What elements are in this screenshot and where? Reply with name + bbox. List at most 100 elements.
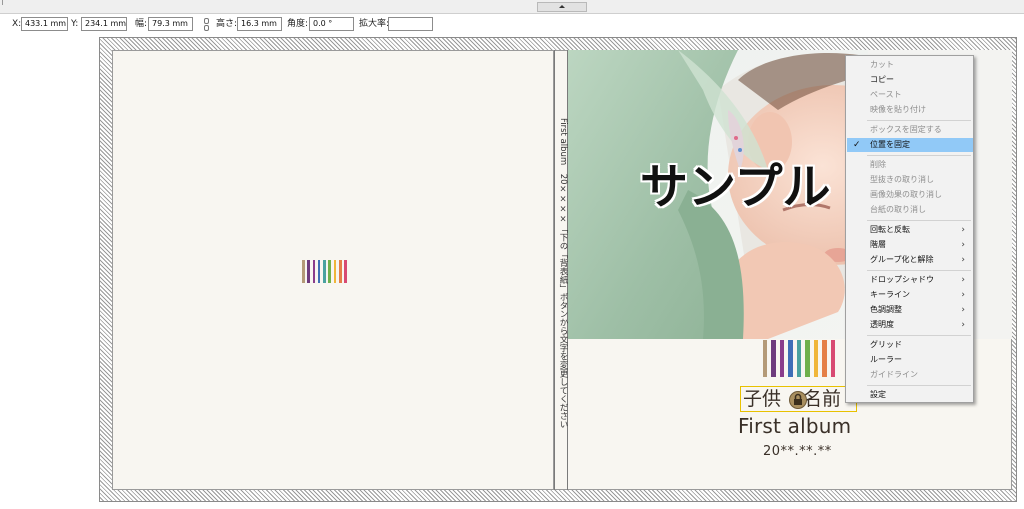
album-title-en[interactable]: First album xyxy=(738,413,851,439)
menu-item-17[interactable]: グリッド xyxy=(847,338,973,352)
sample-watermark: サンプル xyxy=(640,159,831,215)
menu-item-1[interactable]: コピー xyxy=(847,73,973,87)
y-label: Y: xyxy=(71,19,79,29)
stripe-bar xyxy=(317,260,321,283)
menu-item-9[interactable]: 台紙の取り消し xyxy=(847,203,973,217)
stripe-bar xyxy=(796,340,802,377)
menu-item-label: ルーラー xyxy=(870,355,902,364)
stripe-bar xyxy=(312,260,316,283)
menu-item-label: グループ化と解除 xyxy=(870,255,934,264)
stripe-bar xyxy=(323,260,326,283)
menu-item-6[interactable]: 削除 xyxy=(847,158,973,172)
menu-item-20[interactable]: 設定 xyxy=(847,388,973,402)
spine-left-edge xyxy=(554,50,555,490)
menu-item-label: 透明度 xyxy=(870,320,894,329)
menu-item-label: 設定 xyxy=(870,390,886,399)
menu-item-label: 位置を固定 xyxy=(870,140,910,149)
menu-item-label: 階層 xyxy=(870,240,886,249)
menu-item-label: 型抜きの取り消し xyxy=(870,175,934,184)
spine-text[interactable]: First album 20××××「下の「背表紙」ボタンから文字を変更してくだ… xyxy=(556,118,568,429)
top-splitter-bar xyxy=(0,0,1024,14)
width-label: 幅: xyxy=(135,19,148,29)
front-stripe-logo[interactable] xyxy=(763,340,835,377)
scale-label: 拡大率: xyxy=(359,19,390,29)
menu-item-label: コピー xyxy=(870,75,894,84)
check-icon: ✓ xyxy=(853,140,861,150)
height-field[interactable]: 16.3 mm xyxy=(237,17,282,31)
chevron-right-icon: › xyxy=(961,240,965,250)
menu-item-10[interactable]: 回転と反転 › xyxy=(847,223,973,237)
angle-field[interactable]: 0.0 ° xyxy=(309,17,354,31)
chevron-right-icon: › xyxy=(961,255,965,265)
stripe-bar xyxy=(344,260,347,283)
chevron-right-icon: › xyxy=(961,290,965,300)
menu-item-label: 色調調整 xyxy=(870,305,902,314)
menu-separator xyxy=(867,220,971,221)
menu-item-label: 台紙の取り消し xyxy=(870,205,926,214)
x-field[interactable]: 433.1 mm xyxy=(21,17,68,31)
menu-item-label: 映像を貼り付け xyxy=(870,105,926,114)
menu-item-13[interactable]: ドロップシャドウ › xyxy=(847,273,973,287)
menu-separator xyxy=(867,335,971,336)
collapse-panel-button[interactable] xyxy=(537,2,587,12)
chevron-right-icon: › xyxy=(961,305,965,315)
chevron-right-icon: › xyxy=(961,275,965,285)
menu-item-0[interactable]: カット xyxy=(847,58,973,72)
y-field[interactable]: 234.1 mm xyxy=(81,17,127,31)
stripe-bar xyxy=(822,340,827,377)
stripe-bar xyxy=(779,340,785,377)
menu-item-label: カット xyxy=(870,60,894,69)
menu-item-label: 画像効果の取り消し xyxy=(870,190,942,199)
back-stripe-logo[interactable] xyxy=(302,260,347,283)
menu-item-18[interactable]: ルーラー xyxy=(847,353,973,367)
splitter-tick xyxy=(2,0,3,5)
menu-separator xyxy=(867,155,971,156)
stripe-bar xyxy=(830,340,835,377)
menu-item-5[interactable]: ✓ 位置を固定 xyxy=(847,138,973,152)
stripe-bar xyxy=(771,340,776,377)
chevron-right-icon: › xyxy=(961,225,965,235)
menu-item-label: 回転と反転 xyxy=(870,225,910,234)
menu-item-16[interactable]: 透明度 › xyxy=(847,318,973,332)
menu-item-2[interactable]: ペースト xyxy=(847,88,973,102)
stripe-bar xyxy=(333,260,337,283)
menu-separator xyxy=(867,120,971,121)
menu-item-label: キーライン xyxy=(870,290,910,299)
menu-item-4[interactable]: ボックスを固定する xyxy=(847,123,973,137)
menu-item-19[interactable]: ガイドライン xyxy=(847,368,973,382)
menu-item-7[interactable]: 型抜きの取り消し xyxy=(847,173,973,187)
property-toolbar: X: 433.1 mm Y: 234.1 mm 幅: 79.3 mm 高さ: 1… xyxy=(0,14,1024,36)
album-date[interactable]: 20**.**.** xyxy=(763,444,832,460)
stripe-bar xyxy=(788,340,793,377)
stripe-bar xyxy=(328,260,332,283)
stripe-bar xyxy=(302,260,305,283)
stripe-bar xyxy=(813,340,819,377)
menu-item-label: グリッド xyxy=(870,340,902,349)
menu-item-14[interactable]: キーライン › xyxy=(847,288,973,302)
menu-separator xyxy=(867,385,971,386)
menu-item-label: ペースト xyxy=(870,90,902,99)
x-label: X: xyxy=(12,19,22,29)
stripe-bar xyxy=(307,260,310,283)
chevron-right-icon: › xyxy=(961,320,965,330)
stripe-bar xyxy=(338,260,342,283)
status-bar-edge xyxy=(0,502,1024,509)
menu-item-label: ボックスを固定する xyxy=(870,125,942,134)
menu-item-label: ドロップシャドウ xyxy=(870,275,934,284)
menu-separator xyxy=(867,270,971,271)
angle-label: 角度: xyxy=(287,19,309,29)
menu-item-8[interactable]: 画像効果の取り消し xyxy=(847,188,973,202)
stripe-bar xyxy=(805,340,810,377)
link-aspect-icon[interactable] xyxy=(204,18,209,31)
scale-field[interactable] xyxy=(388,17,433,31)
menu-item-label: ガイドライン xyxy=(870,370,918,379)
position-lock-icon xyxy=(789,391,807,409)
menu-item-label: 削除 xyxy=(870,160,886,169)
width-field[interactable]: 79.3 mm xyxy=(148,17,193,31)
menu-item-3[interactable]: 映像を貼り付け xyxy=(847,103,973,117)
stripe-bar xyxy=(763,340,768,377)
menu-item-11[interactable]: 階層 › xyxy=(847,238,973,252)
menu-item-15[interactable]: 色調調整 › xyxy=(847,303,973,317)
menu-item-12[interactable]: グループ化と解除 › xyxy=(847,253,973,267)
context-menu: カットコピーペースト映像を貼り付けボックスを固定する ✓ 位置を固定削除型抜きの取り… xyxy=(845,55,974,403)
